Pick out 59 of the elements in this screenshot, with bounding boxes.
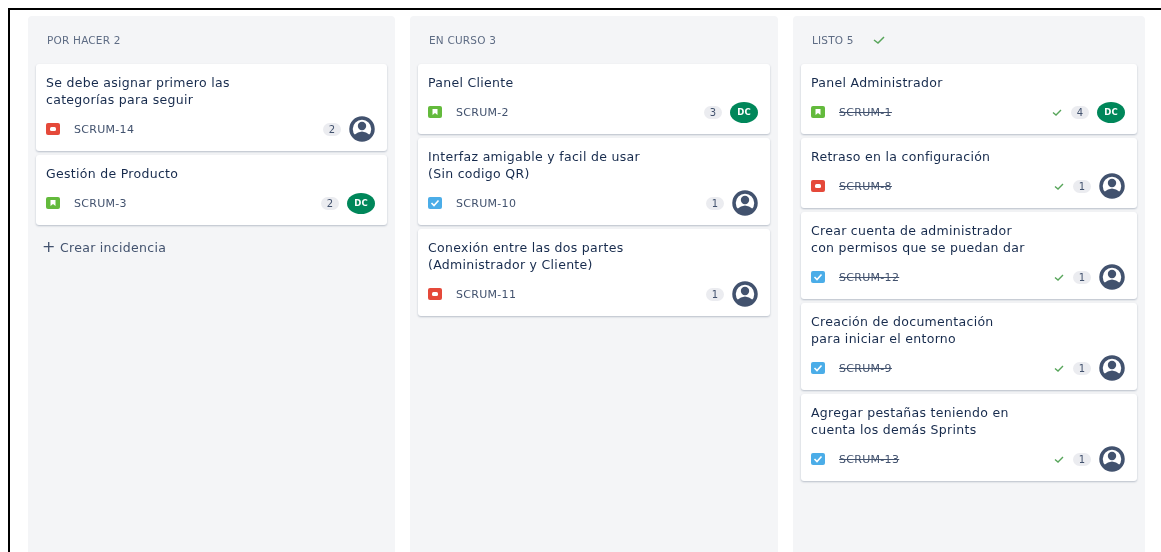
card-title: Se debe asignar primero las categorías para seguir — [46, 74, 231, 108]
card-title: Agregar pestañas teniendo en cuenta los demás Sprints — [811, 404, 1010, 438]
user-icon[interactable] — [1099, 264, 1125, 290]
card-title: Conexión entre las dos partes (Administrador y Cliente) — [428, 239, 625, 273]
story-points: 4 — [1070, 105, 1089, 119]
issue-card[interactable]: Conexión entre las dos partes (Administrador y Cliente) SCRUM-11 1 — [418, 229, 770, 316]
issue-key[interactable]: SCRUM-3 — [74, 196, 127, 210]
column-title: LISTO 5 — [812, 34, 854, 46]
issue-key[interactable]: SCRUM-1 — [839, 105, 892, 119]
column-title: EN CURSO 3 — [429, 34, 497, 46]
story-points: 2 — [322, 122, 341, 136]
check-icon — [1050, 107, 1063, 117]
create-issue-button[interactable]: + Crear incidencia — [36, 229, 173, 264]
avatar[interactable]: DC — [730, 101, 758, 123]
issue-key[interactable]: SCRUM-13 — [839, 452, 900, 466]
check-icon — [1052, 181, 1065, 191]
avatar[interactable]: DC — [1097, 101, 1125, 123]
story-points: 1 — [705, 287, 724, 301]
issue-card[interactable]: Retraso en la configuración SCRUM-8 1 — [801, 138, 1137, 208]
story-points: 1 — [1072, 270, 1091, 284]
check-icon — [1052, 272, 1065, 282]
user-icon[interactable] — [732, 190, 758, 216]
issue-key[interactable]: SCRUM-8 — [839, 179, 892, 193]
story-points: 2 — [320, 196, 339, 210]
story-points: 1 — [1072, 179, 1091, 193]
user-icon[interactable] — [732, 281, 758, 307]
card-title: Creación de documentación para iniciar el entorno — [811, 313, 995, 347]
issue-card[interactable]: Interfaz amigable y facil de usar (Sin codigo QR) SCRUM-10 1 — [418, 138, 770, 225]
issue-key[interactable]: SCRUM-14 — [74, 122, 135, 136]
issue-key[interactable]: SCRUM-2 — [456, 105, 509, 119]
issue-card[interactable]: Crear cuenta de administrador con permisos que se puedan dar SCRUM-12 1 — [801, 212, 1137, 299]
check-icon — [1052, 454, 1065, 464]
card-title: Retraso en la configuración — [811, 148, 992, 165]
issue-card[interactable]: Creación de documentación para iniciar el entorno SCRUM-9 1 — [801, 303, 1137, 390]
issue-card[interactable]: Agregar pestañas teniendo en cuenta los demás Sprints SCRUM-13 1 — [801, 394, 1137, 481]
column-title: POR HACER 2 — [47, 34, 121, 46]
card-title: Interfaz amigable y facil de usar (Sin codigo QR) — [428, 148, 641, 182]
issue-key[interactable]: SCRUM-11 — [456, 287, 517, 301]
card-title: Panel Administrador — [811, 74, 944, 91]
card-title: Panel Cliente — [428, 74, 515, 91]
issue-key[interactable]: SCRUM-9 — [839, 361, 892, 375]
user-icon[interactable] — [1099, 173, 1125, 199]
user-icon[interactable] — [1099, 355, 1125, 381]
story-points: 1 — [705, 196, 724, 210]
issue-card[interactable]: Panel Administrador SCRUM-1 4 DC — [801, 64, 1137, 134]
issue-key[interactable]: SCRUM-10 — [456, 196, 517, 210]
story-points: 1 — [1072, 452, 1091, 466]
issue-card[interactable]: Se debe asignar primero las categorías para seguir SCRUM-14 2 — [36, 64, 387, 151]
user-icon[interactable] — [349, 116, 375, 142]
issue-card[interactable]: Panel Cliente SCRUM-2 3 DC — [418, 64, 770, 134]
issue-card[interactable]: Gestión de Producto SCRUM-3 2 DC — [36, 155, 387, 225]
user-icon[interactable] — [1099, 446, 1125, 472]
story-points: 3 — [703, 105, 722, 119]
check-icon — [1052, 363, 1065, 373]
issue-key[interactable]: SCRUM-12 — [839, 270, 900, 284]
card-title: Gestión de Producto — [46, 165, 180, 182]
avatar[interactable]: DC — [347, 192, 375, 214]
story-points: 1 — [1072, 361, 1091, 375]
card-title: Crear cuenta de administrador con permisos que se puedan dar — [811, 222, 1026, 256]
